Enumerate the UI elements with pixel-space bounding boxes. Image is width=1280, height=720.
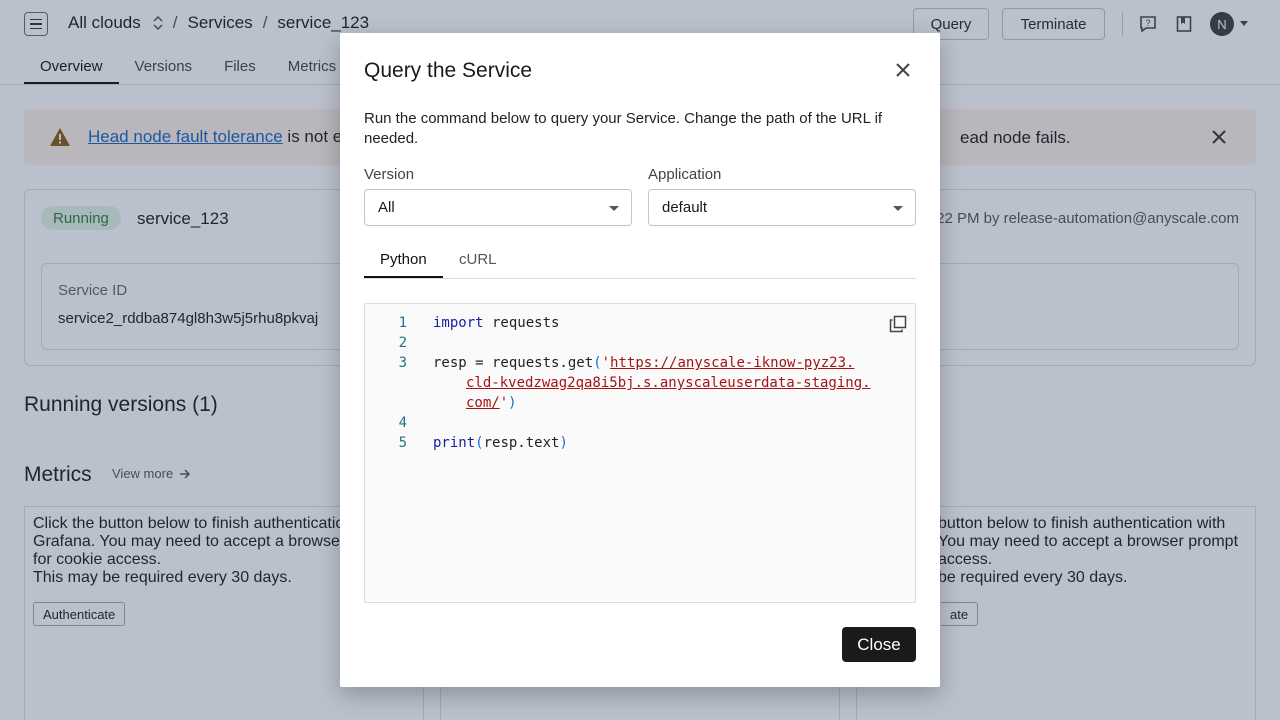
version-select[interactable]: All <box>364 189 632 226</box>
code-line: import requests <box>433 315 559 331</box>
code-line: cld-kvedzwag2qa8i5bj.s.anyscaleuserdata-… <box>466 375 871 391</box>
version-label: Version <box>364 166 415 183</box>
code-text: resp.text <box>483 435 560 451</box>
chevron-down-icon <box>609 206 619 211</box>
code-line: com/') <box>466 395 517 411</box>
close-icon[interactable] <box>893 60 913 80</box>
code-keyword: import <box>433 315 484 331</box>
active-tab-indicator <box>364 276 443 278</box>
application-select[interactable]: default <box>648 189 916 226</box>
language-tabs: Python cURL <box>364 243 916 279</box>
code-keyword: print <box>433 435 476 451</box>
code-line: resp = requests.get('https://anyscale-ik… <box>433 355 854 371</box>
dialog-description: Run the command below to query your Serv… <box>364 110 883 147</box>
tab-python[interactable]: Python <box>380 251 427 268</box>
tab-curl[interactable]: cURL <box>459 251 497 268</box>
code-url[interactable]: https://anyscale-iknow-pyz23. <box>610 355 854 371</box>
code-paren: ) <box>559 435 568 451</box>
code-paren: ( <box>593 355 602 371</box>
code-text: requests <box>483 315 560 331</box>
line-number: 5 <box>398 435 407 451</box>
dialog-title: Query the Service <box>364 59 533 82</box>
application-value: default <box>662 199 708 216</box>
application-label: Application <box>648 166 722 183</box>
line-number: 2 <box>398 335 407 351</box>
line-number: 3 <box>398 355 407 371</box>
copy-icon[interactable] <box>889 315 907 333</box>
code-quote: ' <box>499 395 509 411</box>
query-dialog: Query the Service Run the command below … <box>340 33 940 687</box>
code-paren: ( <box>475 435 484 451</box>
code-url[interactable]: cld-kvedzwag2qa8i5bj.s.anyscaleuserdata-… <box>466 375 871 391</box>
chevron-down-icon <box>893 206 903 211</box>
code-line: print(resp.text) <box>433 435 568 451</box>
line-number: 1 <box>398 315 407 331</box>
code-block: 1 2 3 4 5 import requests resp = request… <box>364 303 916 603</box>
code-text: resp = requests.get <box>433 355 594 371</box>
line-number: 4 <box>398 415 407 431</box>
code-quote: ' <box>601 355 611 371</box>
code-paren: ) <box>508 395 517 411</box>
version-value: All <box>378 199 395 216</box>
code-url[interactable]: com/ <box>466 395 500 411</box>
close-button[interactable]: Close <box>842 627 916 662</box>
